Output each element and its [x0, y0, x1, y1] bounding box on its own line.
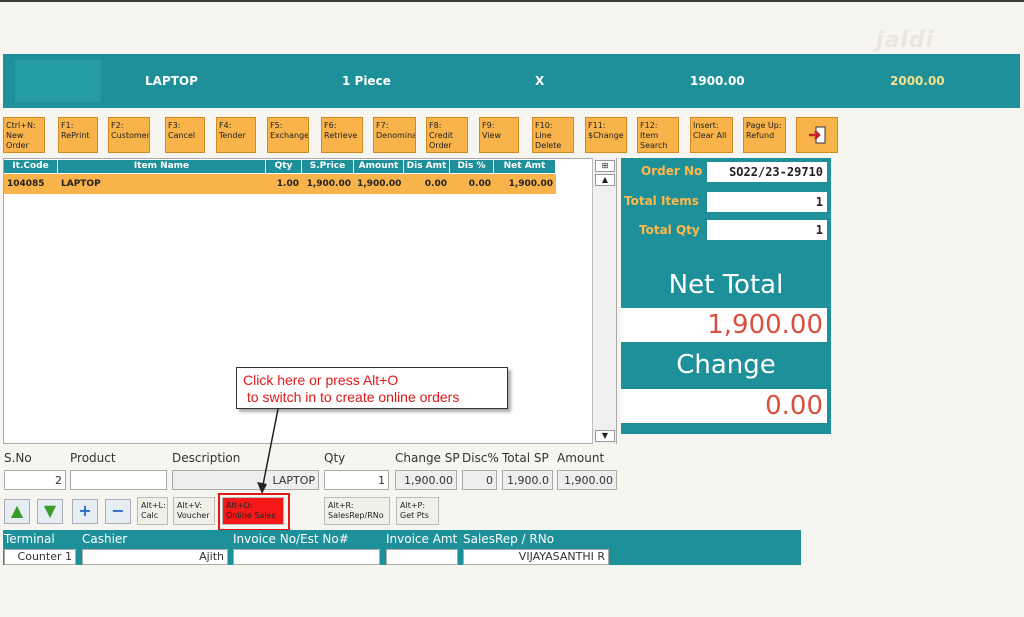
- callout-arrow: [257, 408, 279, 494]
